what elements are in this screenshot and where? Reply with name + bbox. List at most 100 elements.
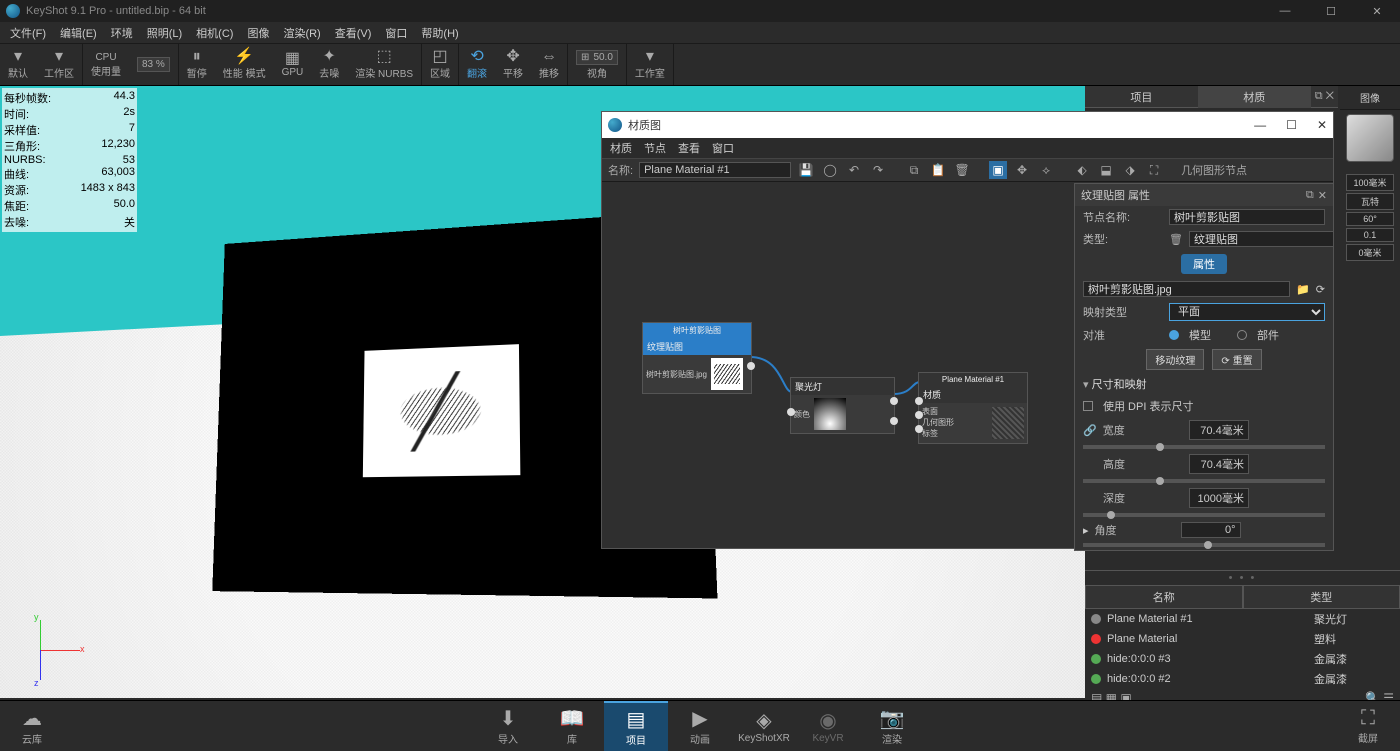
dialog-minimize-button[interactable]: —	[1254, 118, 1266, 132]
tool-pan-icon[interactable]: ✥	[1013, 161, 1031, 179]
properties-title[interactable]: 纹理贴图 属性 ⧉✕	[1075, 184, 1333, 206]
use-dpi-checkbox[interactable]	[1083, 401, 1093, 411]
cpu-button[interactable]: CPU使用量	[83, 44, 129, 85]
spotlight-node[interactable]: 聚光灯 颜色	[790, 377, 895, 434]
menu-file[interactable]: 文件(F)	[4, 23, 52, 43]
region-button[interactable]: ◰区域	[422, 44, 458, 85]
copy-icon[interactable]: ⧉	[905, 161, 923, 179]
animation-button[interactable]: ▶动画	[668, 701, 732, 751]
dolly-button[interactable]: ⇔推移	[531, 44, 567, 85]
nurbs-button[interactable]: ⬚渲染 NURBS	[347, 44, 421, 85]
menu-env[interactable]: 环境	[105, 23, 139, 43]
tool-select-icon[interactable]: ▣	[989, 161, 1007, 179]
depth-value[interactable]: 1000毫米	[1189, 488, 1249, 508]
material-name-input[interactable]	[639, 162, 791, 178]
menu-camera[interactable]: 相机(C)	[190, 23, 239, 43]
table-row[interactable]: hide:0:0:0 #2金属漆	[1085, 669, 1400, 689]
tool-link-icon[interactable]: ⟡	[1037, 161, 1055, 179]
align-right-icon[interactable]: ⬗	[1121, 161, 1139, 179]
prop-undock-icon[interactable]: ⧉	[1306, 189, 1314, 202]
param-3[interactable]: 60°	[1346, 212, 1394, 226]
reset-button[interactable]: ⟳ 重置	[1212, 349, 1261, 370]
dialog-close-button[interactable]: ✕	[1317, 118, 1327, 132]
menu-help[interactable]: 帮助(H)	[415, 23, 464, 43]
menu-edit[interactable]: 编辑(E)	[54, 23, 103, 43]
screenshot-button[interactable]: ⛶截屏	[1336, 701, 1400, 751]
trash-icon[interactable]: 🗑	[1169, 233, 1183, 246]
depth-slider[interactable]	[1083, 513, 1325, 517]
folder-icon[interactable]: 📁	[1296, 283, 1310, 296]
angle-value[interactable]: 0°	[1181, 522, 1241, 538]
align-part-radio[interactable]	[1237, 330, 1247, 340]
fov-button[interactable]: ⊞50.0视角	[568, 44, 626, 85]
circle-icon[interactable]: ◯	[821, 161, 839, 179]
paste-icon[interactable]: 📋	[929, 161, 947, 179]
cloud-library-button[interactable]: ☁云库	[0, 701, 64, 751]
cpu-usage-value[interactable]: 83 %	[129, 44, 178, 85]
workspace-button[interactable]: ▾工作区	[36, 44, 82, 85]
param-5[interactable]: 0毫米	[1346, 244, 1394, 261]
dlg-menu-node[interactable]: 节点	[644, 140, 666, 156]
dlg-menu-window[interactable]: 窗口	[712, 140, 734, 156]
width-slider[interactable]	[1083, 445, 1325, 449]
menu-window[interactable]: 窗口	[379, 23, 413, 43]
table-row[interactable]: Plane Material塑料	[1085, 629, 1400, 649]
table-row[interactable]: hide:0:0:0 #3金属漆	[1085, 649, 1400, 669]
maptype-select[interactable]: 平面	[1169, 303, 1325, 321]
tab-material[interactable]: 材质	[1198, 86, 1311, 108]
keyshotxr-button[interactable]: ◈KeyShotXR	[732, 701, 796, 751]
pan-button[interactable]: ✥平移	[495, 44, 531, 85]
prop-close-icon[interactable]: ✕	[1318, 189, 1327, 202]
material-thumbnail[interactable]	[1346, 114, 1394, 162]
texture-node[interactable]: 树叶剪影贴图 纹理贴图 树叶剪影贴图.jpg	[642, 322, 752, 394]
link-icon[interactable]: 🔗	[1083, 424, 1097, 437]
tab-image[interactable]: 图像	[1340, 86, 1400, 110]
col-type[interactable]: 类型	[1243, 585, 1400, 609]
size-mapping-section[interactable]: 尺寸和映射	[1075, 373, 1333, 395]
menu-light[interactable]: 照明(L)	[141, 23, 188, 43]
delete-icon[interactable]: 🗑	[953, 161, 971, 179]
param-2[interactable]: 瓦特	[1346, 193, 1394, 210]
param-1[interactable]: 100毫米	[1346, 174, 1394, 191]
dlg-menu-material[interactable]: 材质	[610, 140, 632, 156]
panel-undock-icon[interactable]: ⧉ ✕	[1311, 90, 1338, 103]
col-name[interactable]: 名称	[1085, 585, 1243, 609]
close-button[interactable]: ✕	[1354, 0, 1400, 22]
material-node[interactable]: Plane Material #1 材质 表面几何图形标签	[918, 372, 1028, 444]
tumble-button[interactable]: ⟲翻滚	[459, 44, 495, 85]
move-texture-button[interactable]: 移动纹理	[1146, 349, 1204, 370]
studio-button[interactable]: ▾工作室	[627, 44, 673, 85]
fit-icon[interactable]: ⛶	[1145, 161, 1163, 179]
menu-image[interactable]: 图像	[241, 23, 275, 43]
maximize-button[interactable]: ☐	[1308, 0, 1354, 22]
height-slider[interactable]	[1083, 479, 1325, 483]
undo-icon[interactable]: ↶	[845, 161, 863, 179]
align-model-radio[interactable]	[1169, 330, 1179, 340]
menu-view[interactable]: 查看(V)	[329, 23, 378, 43]
default-button[interactable]: ▾默认	[0, 44, 36, 85]
tab-project[interactable]: 项目	[1085, 86, 1198, 108]
menu-render[interactable]: 渲染(R)	[277, 23, 326, 43]
library-button[interactable]: 📖库	[540, 701, 604, 751]
keyvr-button[interactable]: ◉KeyVR	[796, 701, 860, 751]
table-row[interactable]: Plane Material #1聚光灯	[1085, 609, 1400, 629]
geom-node-label[interactable]: 几何图形节点	[1181, 162, 1247, 178]
redo-icon[interactable]: ↷	[869, 161, 887, 179]
texture-file-input[interactable]	[1083, 281, 1290, 297]
render-button[interactable]: 📷渲染	[860, 701, 924, 751]
type-select[interactable]	[1189, 231, 1334, 247]
align-left-icon[interactable]: ⬖	[1073, 161, 1091, 179]
width-value[interactable]: 70.4毫米	[1189, 420, 1249, 440]
angle-slider[interactable]	[1083, 543, 1325, 547]
denoise-button[interactable]: ✦去噪	[311, 44, 347, 85]
dialog-maximize-button[interactable]: ☐	[1286, 118, 1297, 132]
param-4[interactable]: 0.1	[1346, 228, 1394, 242]
align-center-icon[interactable]: ⬓	[1097, 161, 1115, 179]
gpu-button[interactable]: ▦GPU	[274, 44, 312, 85]
minimize-button[interactable]: —	[1262, 0, 1308, 22]
pause-button[interactable]: ⏸暂停	[179, 44, 215, 85]
project-button[interactable]: ▤项目	[604, 701, 668, 751]
perf-mode-button[interactable]: ⚡性能 模式	[215, 44, 274, 85]
dlg-menu-view[interactable]: 查看	[678, 140, 700, 156]
drag-handle[interactable]: • • •	[1085, 571, 1400, 585]
